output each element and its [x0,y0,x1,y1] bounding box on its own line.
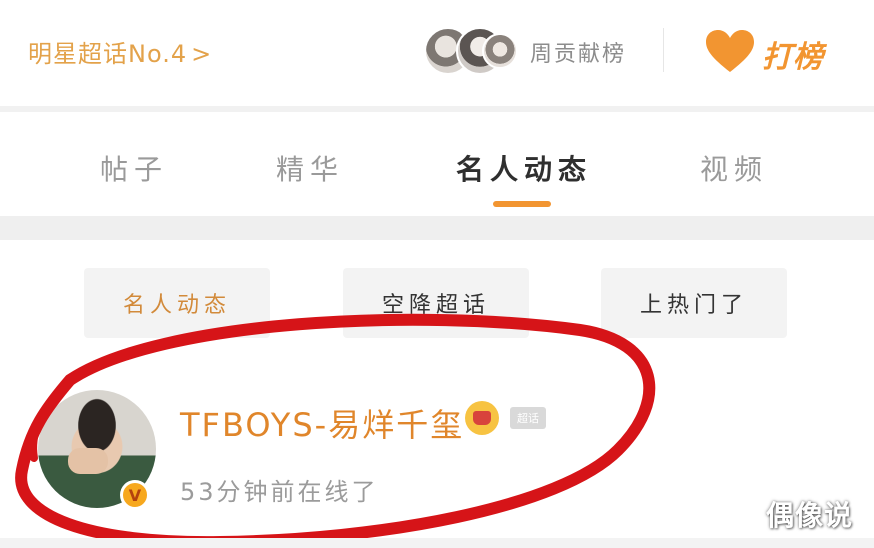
weekly-contribution-link[interactable]: 周贡献榜 [530,36,626,68]
tab-featured[interactable]: 精华 [276,148,344,188]
avatar [482,33,518,69]
active-tab-indicator [493,201,551,207]
contributor-avatars[interactable] [424,27,518,77]
annotation-circle [15,313,656,548]
rank-link-label: 明星超话No.4 [28,40,188,68]
heart-icon [706,30,754,72]
divider [663,28,664,72]
section-separator [0,216,874,240]
tab-bar: 帖子 精华 名人动态 视频 [0,112,874,216]
tab-videos[interactable]: 视频 [700,148,768,188]
chevron-right-icon: > [191,40,213,68]
section-separator [0,538,874,548]
watermark: 偶像说 [766,499,854,532]
top-bar: 明星超话No.4 > 周贡献榜 打榜 [0,0,874,106]
tab-posts[interactable]: 帖子 [100,148,168,188]
celebrity-rank-link[interactable]: 明星超话No.4 > [28,34,212,69]
dabang-button[interactable]: 打榜 [706,28,836,75]
tab-celebrity-updates[interactable]: 名人动态 [456,148,592,188]
dabang-label: 打榜 [762,40,824,75]
